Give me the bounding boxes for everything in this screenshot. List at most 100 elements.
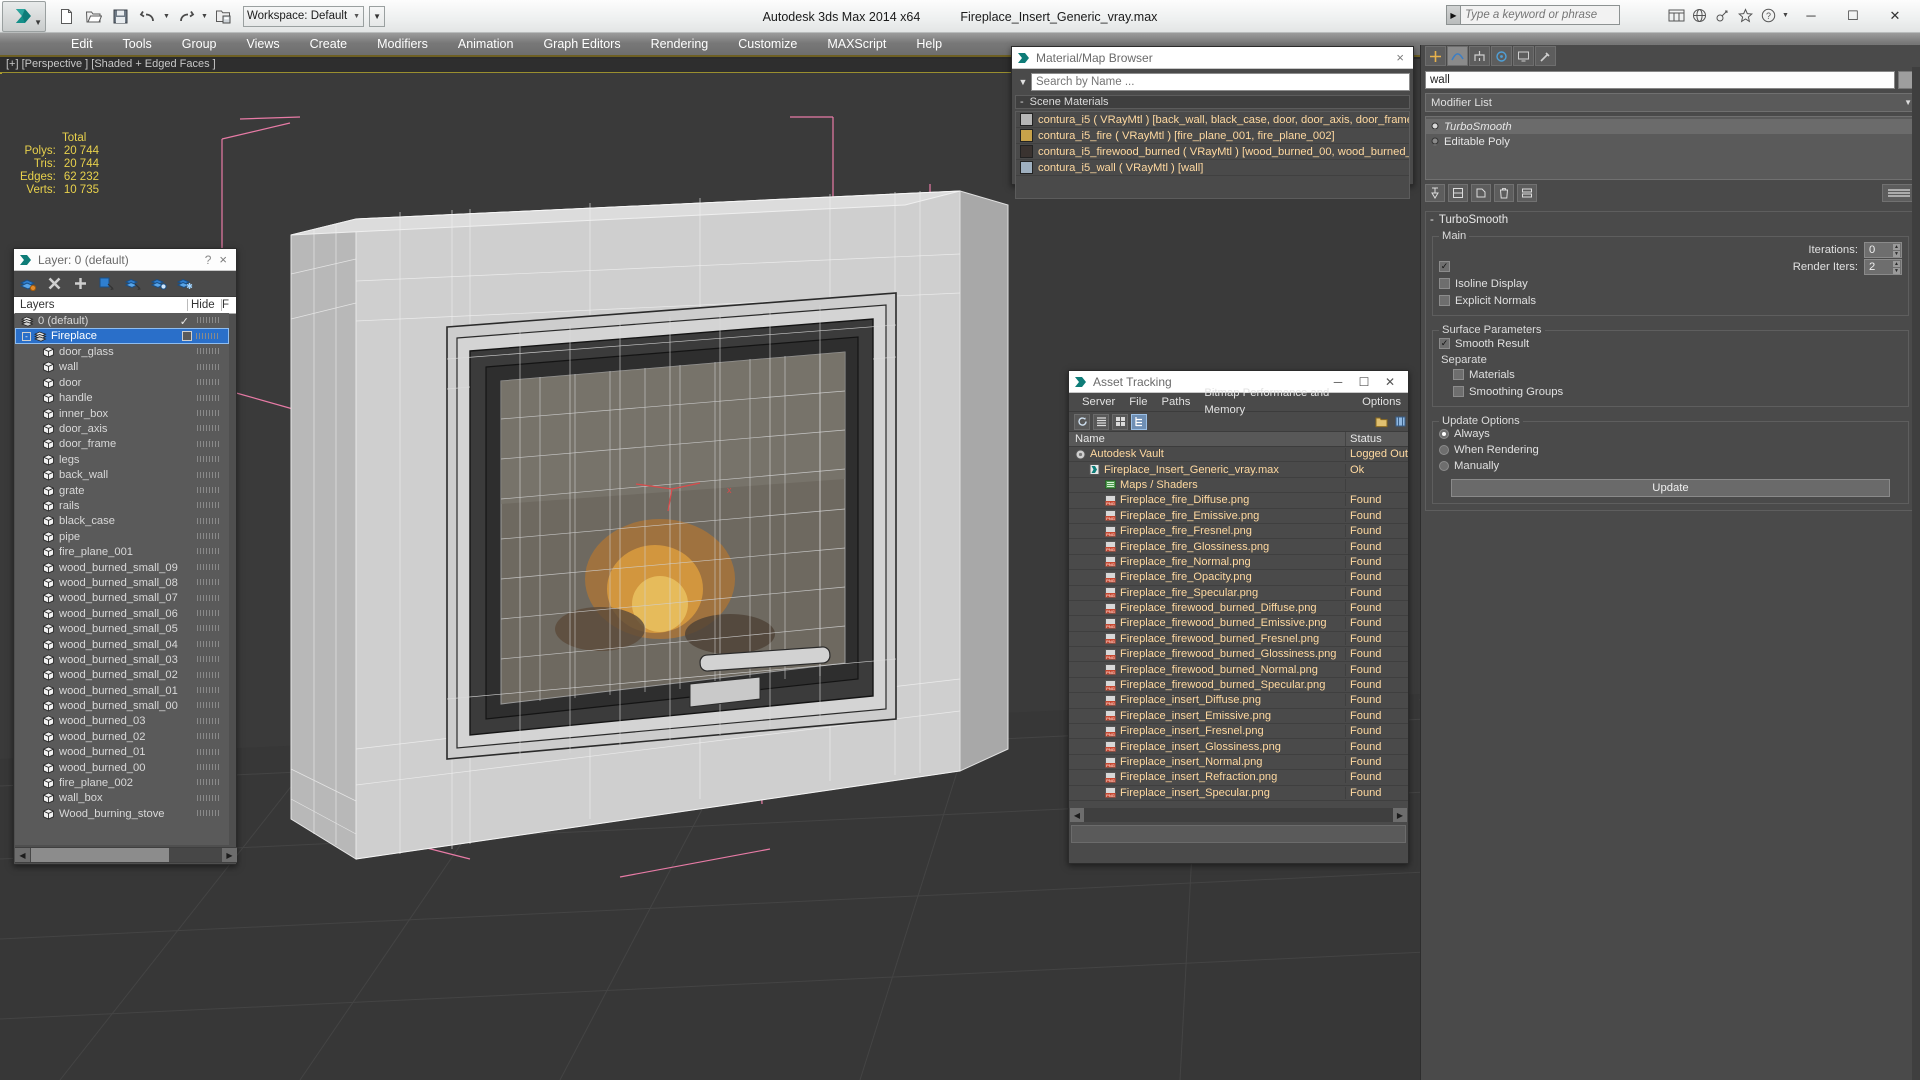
menu-item-views[interactable]: Views xyxy=(231,33,294,55)
layer-row-hide-cell[interactable] xyxy=(197,425,219,432)
asset-menu-item-bitmap-performance-and-memory[interactable]: Bitmap Performance and Memory xyxy=(1197,385,1355,419)
spinner-up-icon[interactable]: ▲ xyxy=(1893,260,1900,267)
remove-modifier-button[interactable] xyxy=(1494,184,1514,202)
hide-unhide-layer-icon[interactable] xyxy=(150,275,167,292)
open-file-button[interactable] xyxy=(81,4,106,29)
layer-row[interactable]: grate xyxy=(15,483,229,498)
layer-row-hide-cell[interactable] xyxy=(197,671,219,678)
layer-row-hide-cell[interactable] xyxy=(197,517,219,524)
layer-row-hide-cell[interactable] xyxy=(197,379,219,386)
layer-row[interactable]: wood_burned_small_04 xyxy=(15,637,229,652)
explicit-normals-checkbox[interactable] xyxy=(1439,295,1450,306)
layer-row-hide-cell[interactable] xyxy=(197,733,219,740)
layer-row-hide-cell[interactable] xyxy=(197,363,219,370)
object-name-field[interactable] xyxy=(1425,71,1895,89)
menu-item-modifiers[interactable]: Modifiers xyxy=(362,33,443,55)
layer-row-hide-cell[interactable] xyxy=(196,333,218,340)
layer-row[interactable]: wood_burned_00 xyxy=(15,760,229,775)
layer-row[interactable]: wall_box xyxy=(15,791,229,806)
separate-smoothing-groups-row[interactable]: Smoothing Groups xyxy=(1439,383,1902,400)
layer-row-hide-cell[interactable] xyxy=(197,471,219,478)
asset-scrollbar-track[interactable] xyxy=(1084,808,1393,822)
layer-row[interactable]: fire_plane_001 xyxy=(15,544,229,559)
update-button[interactable]: Update xyxy=(1451,479,1890,497)
layer-row-hide-cell[interactable] xyxy=(197,456,219,463)
infocenter-icon[interactable] xyxy=(1666,5,1686,25)
lightbulb-icon[interactable] xyxy=(1430,122,1440,132)
workspace-selector[interactable]: Workspace: Default ▼ xyxy=(243,5,365,27)
layer-row[interactable]: wall xyxy=(15,360,229,375)
asset-row[interactable]: PNG Fireplace_fire_Emissive.png Found xyxy=(1069,509,1408,524)
asset-row[interactable]: PNG Fireplace_fire_Fresnel.png Found xyxy=(1069,524,1408,540)
asset-row[interactable]: PNG Fireplace_fire_Diffuse.png Found xyxy=(1069,493,1408,509)
always-radio[interactable] xyxy=(1439,429,1449,439)
layer-row-hide-cell[interactable] xyxy=(197,579,219,586)
spinner-arrows[interactable]: ▲ ▼ xyxy=(1893,260,1900,274)
iterations-spinner[interactable]: 0 ▲ ▼ xyxy=(1864,241,1902,258)
layer-row[interactable]: 0 (default) ✓ xyxy=(15,313,229,328)
menu-item-group[interactable]: Group xyxy=(167,33,232,55)
chevron-down-icon[interactable]: ▼ xyxy=(1904,98,1912,107)
layer-row-hide-cell[interactable] xyxy=(197,317,219,323)
rollout-collapse-icon[interactable]: - xyxy=(1430,214,1434,226)
layer-row-hide-cell[interactable] xyxy=(197,748,219,755)
layer-row-hide-cell[interactable] xyxy=(197,533,219,540)
list-view-icon[interactable] xyxy=(1093,413,1109,430)
layer-row-hide-cell[interactable] xyxy=(197,640,219,647)
command-panel-scrollbar[interactable] xyxy=(1912,67,1920,1080)
layer-row-hide-cell[interactable] xyxy=(197,502,219,509)
isoline-display-checkbox[interactable] xyxy=(1439,278,1450,289)
layer-row[interactable]: wood_burned_small_01 xyxy=(15,683,229,698)
utilities-tab[interactable] xyxy=(1535,46,1556,66)
layer-row-hide-cell[interactable] xyxy=(197,610,219,617)
layer-row-hide-cell[interactable] xyxy=(197,794,219,801)
material-row[interactable]: contura_i5 ( VRayMtl ) [back_wall, black… xyxy=(1016,112,1409,128)
asset-row[interactable]: PNG Fireplace_firewood_burned_Specular.pn… xyxy=(1069,678,1408,694)
menu-item-help[interactable]: Help xyxy=(901,33,957,55)
material-browser-titlebar[interactable]: Material/Map Browser × xyxy=(1012,47,1413,69)
layer-row[interactable]: handle xyxy=(15,391,229,406)
maximize-button[interactable]: ☐ xyxy=(1832,2,1874,29)
modifier-stack-item[interactable]: TurboSmooth xyxy=(1426,119,1915,134)
layer-row[interactable]: pipe xyxy=(15,529,229,544)
render-iters-spinner[interactable]: 2 ▲ ▼ xyxy=(1864,258,1902,275)
smooth-result-checkbox[interactable] xyxy=(1439,338,1450,349)
layer-row[interactable]: wood_burned_small_07 xyxy=(15,591,229,606)
lightbulb-icon[interactable] xyxy=(1430,137,1440,147)
menu-item-customize[interactable]: Customize xyxy=(723,33,812,55)
asset-menu-item-server[interactable]: Server xyxy=(1075,394,1122,411)
search-dropdown-caret-icon[interactable]: ▶ xyxy=(1446,5,1460,25)
asset-row[interactable]: PNG Fireplace_insert_Diffuse.png Found xyxy=(1069,693,1408,709)
layer-row-hide-cell[interactable] xyxy=(197,717,219,724)
modifier-stack-item[interactable]: Editable Poly xyxy=(1426,134,1915,149)
scrollbar-thumb[interactable] xyxy=(31,848,169,862)
menu-item-maxscript[interactable]: MAXScript xyxy=(812,33,901,55)
scrollbar-track[interactable] xyxy=(30,848,222,862)
materials-checkbox[interactable] xyxy=(1453,369,1464,380)
layer-row-hide-cell[interactable] xyxy=(197,486,219,493)
layer-row[interactable]: Wood_burning_stove xyxy=(15,806,229,821)
manually-radio[interactable] xyxy=(1439,461,1449,471)
group-collapse-icon[interactable]: - xyxy=(1020,96,1024,108)
detail-view-icon[interactable] xyxy=(1112,413,1128,430)
application-menu-button[interactable]: ▼ xyxy=(2,0,46,32)
material-search-input[interactable] xyxy=(1031,73,1410,91)
create-new-layer-icon[interactable] xyxy=(20,275,37,292)
select-objects-in-layer-icon[interactable] xyxy=(98,275,115,292)
spinner-down-icon[interactable]: ▼ xyxy=(1893,267,1900,274)
layer-row[interactable]: wood_burned_small_02 xyxy=(15,668,229,683)
help-button[interactable]: ? xyxy=(201,253,216,267)
layer-row-hide-cell[interactable] xyxy=(197,563,219,570)
asset-row[interactable]: PNG Fireplace_insert_Specular.png Found xyxy=(1069,786,1408,801)
hide-checkmark-icon[interactable]: ✓ xyxy=(180,315,189,328)
layer-row[interactable]: wood_burned_01 xyxy=(15,745,229,760)
menu-item-tools[interactable]: Tools xyxy=(108,33,167,55)
layer-row[interactable]: wood_burned_small_00 xyxy=(15,698,229,713)
menu-item-create[interactable]: Create xyxy=(295,33,363,55)
asset-row[interactable]: PNG Fireplace_fire_Opacity.png Found xyxy=(1069,570,1408,586)
redo-dropdown-caret-icon[interactable]: ▼ xyxy=(200,13,209,20)
asset-scroll-left-icon[interactable]: ◀ xyxy=(1070,808,1084,822)
layer-row-hide-cell[interactable] xyxy=(197,656,219,663)
asset-row[interactable]: PNG Fireplace_firewood_burned_Diffuse.png… xyxy=(1069,601,1408,617)
layer-row[interactable]: inner_box xyxy=(15,406,229,421)
